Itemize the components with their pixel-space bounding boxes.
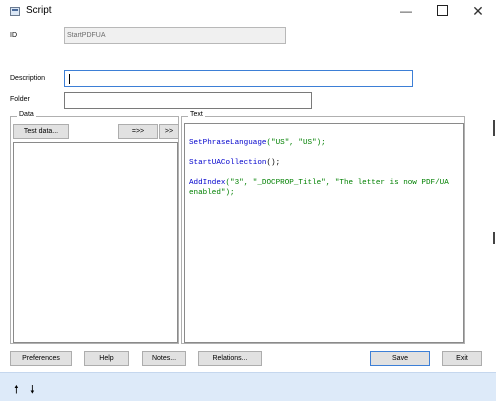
move-all-button[interactable]: >> (159, 124, 179, 139)
code-line: StartUACollection(); (189, 158, 459, 168)
arrow-down-icon[interactable]: 🠗 (30, 381, 35, 400)
close-button[interactable]: ✕ (460, 0, 496, 22)
maximize-icon (436, 5, 448, 17)
help-button[interactable]: Help (84, 351, 129, 366)
id-label: ID (10, 32, 17, 39)
arrow-up-icon[interactable]: 🠕 (14, 381, 19, 400)
relations-button[interactable]: Relations... (198, 351, 262, 366)
minimize-button[interactable]: — (388, 0, 424, 22)
edge-marker (493, 232, 495, 244)
preferences-button[interactable]: Preferences (10, 351, 72, 366)
id-field: StartPDFUA (64, 27, 286, 44)
code-function: StartUACollection (189, 159, 267, 167)
text-group: Text SetPhraseLanguage("US", "US"); Star… (181, 111, 465, 344)
code-function: SetPhraseLanguage (189, 139, 267, 147)
maximize-button[interactable] (424, 0, 460, 22)
app-icon (10, 7, 20, 16)
text-cursor (69, 74, 70, 84)
text-group-title: Text (188, 111, 205, 118)
data-group-title: Data (17, 111, 36, 118)
exit-button[interactable]: Exit (442, 351, 482, 366)
script-text-area[interactable]: SetPhraseLanguage("US", "US"); StartUACo… (184, 123, 464, 343)
script-window: Script — ✕ ID StartPDFUA Description Fol… (0, 0, 496, 401)
window-title: Script (26, 5, 52, 16)
data-group: Data Test data... =>> >> (10, 111, 179, 344)
folder-label: Folder (10, 96, 30, 103)
bottom-toolbar: 🠕 🠗 (0, 372, 496, 401)
description-field[interactable] (64, 70, 413, 87)
code-args: (); (266, 159, 281, 167)
folder-field[interactable] (64, 92, 312, 109)
test-data-button[interactable]: Test data... (13, 124, 69, 139)
code-line: SetPhraseLanguage("US", "US"); (189, 138, 459, 148)
description-label: Description (10, 75, 46, 82)
edge-marker (493, 120, 495, 136)
code-args: ("US", "US"); (266, 139, 326, 147)
code-function: AddIndex (189, 179, 226, 187)
title-bar: Script — ✕ (0, 0, 496, 24)
code-args: ("3", "_DOCPROP_Title", "The letter is n… (189, 179, 454, 197)
code-line: AddIndex("3", "_DOCPROP_Title", "The let… (189, 178, 459, 198)
move-button[interactable]: =>> (118, 124, 158, 139)
data-list[interactable] (13, 142, 178, 343)
save-button[interactable]: Save (370, 351, 430, 366)
notes-button[interactable]: Notes... (142, 351, 186, 366)
